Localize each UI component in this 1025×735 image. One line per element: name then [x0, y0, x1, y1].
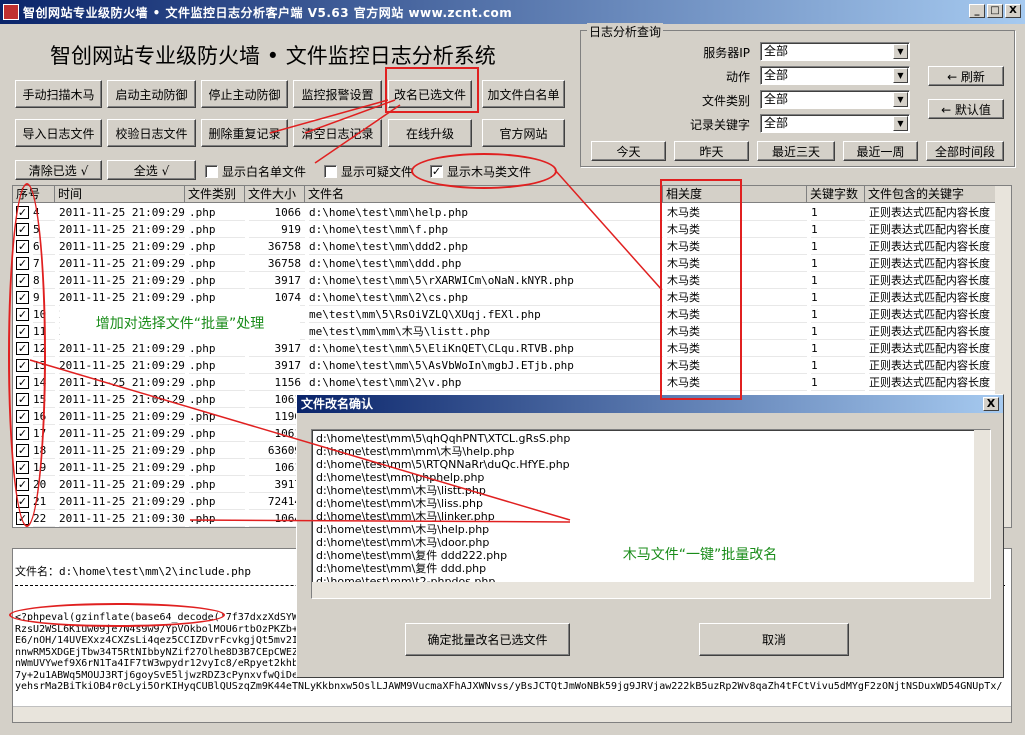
annotation-arrows [29, 99, 663, 523]
